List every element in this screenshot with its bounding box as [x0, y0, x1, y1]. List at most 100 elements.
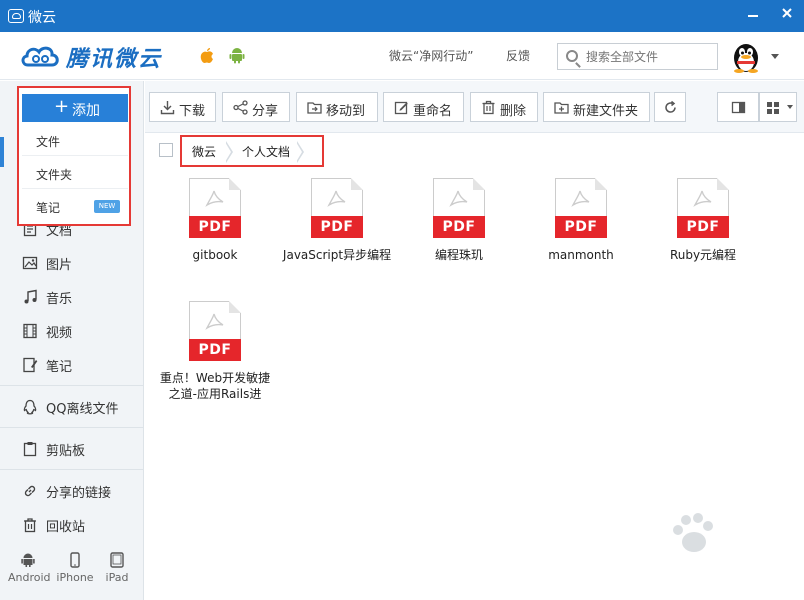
rename-button[interactable]: 重命名 — [383, 92, 464, 122]
android-icon — [21, 553, 35, 567]
button-label: 下载 — [179, 104, 206, 119]
trash-icon — [24, 518, 36, 533]
breadcrumb-separator — [225, 141, 233, 163]
ipad-icon — [110, 552, 124, 568]
file-item[interactable]: PDF JavaScript异步编程 — [276, 178, 398, 263]
weiyun-logo-icon — [21, 46, 59, 67]
title-bar: 微云 — [0, 0, 804, 32]
file-name: 重点！Web开发敏捷之道-应用Rails进 — [159, 371, 271, 401]
add-file-item[interactable]: 文件 — [22, 124, 128, 156]
sidebar-item-label: 视频 — [46, 326, 73, 341]
window-title: 微云 — [28, 10, 56, 26]
sidebar-item-notes[interactable]: 笔记 — [0, 349, 144, 381]
sidebar-item-label: 音乐 — [46, 292, 73, 307]
button-label: 重命名 — [413, 104, 453, 119]
delete-button[interactable]: 删除 — [470, 92, 538, 122]
file-item[interactable]: PDF gitbook — [155, 178, 275, 263]
sidebar-item-music[interactable]: 音乐 — [0, 281, 144, 313]
file-item[interactable]: PDF Ruby元编程 — [643, 178, 763, 263]
feedback-link[interactable]: 反馈 — [506, 47, 530, 64]
file-type-label: PDF — [433, 216, 485, 238]
select-all-checkbox[interactable] — [159, 143, 173, 157]
breadcrumb-highlight: 微云 个人文档 — [180, 135, 324, 167]
sidebar-item-videos[interactable]: 视频 — [0, 315, 144, 347]
share-button[interactable]: 分享 — [222, 92, 290, 122]
sidebar-item-label: QQ离线文件 — [46, 402, 119, 417]
pdf-file-icon: PDF — [433, 178, 485, 238]
refresh-button[interactable] — [654, 92, 686, 122]
sidebar-item-label: 剪贴板 — [46, 444, 86, 459]
download-icon — [160, 101, 175, 115]
add-dropdown: + 添加 文件 文件夹 笔记 NEW — [17, 86, 131, 226]
android-icon[interactable] — [228, 46, 246, 64]
chevron-down-icon[interactable] — [771, 54, 779, 59]
file-item[interactable]: PDF 编程珠玑 — [399, 178, 519, 263]
device-ipad[interactable]: iPad — [97, 552, 137, 584]
toolbar: 下载 分享 移动到 重命名 删除 新建文件夹 — [145, 81, 804, 133]
file-type-label: PDF — [311, 216, 363, 238]
device-android[interactable]: Android — [8, 552, 51, 584]
file-type-label: PDF — [189, 339, 241, 361]
file-name: Ruby元编程 — [669, 248, 737, 262]
app-header: 腾讯微云 微云“净网行动” 反馈 — [0, 32, 804, 80]
new-folder-button[interactable]: 新建文件夹 — [543, 92, 650, 122]
image-icon — [22, 256, 38, 270]
close-button[interactable] — [778, 6, 796, 24]
preview-pane-toggle[interactable] — [717, 92, 759, 122]
menu-item-label: 笔记 — [36, 201, 61, 215]
search-icon — [566, 50, 578, 62]
button-label: 分享 — [252, 104, 279, 119]
download-button[interactable]: 下载 — [149, 92, 216, 122]
button-label: 移动到 — [326, 104, 366, 119]
add-button[interactable]: + 添加 — [22, 94, 128, 122]
trash-icon — [482, 100, 495, 115]
minimize-icon — [748, 15, 758, 17]
breadcrumb-item-current[interactable]: 个人文档 — [234, 142, 290, 162]
sidebar-item-clipboard[interactable]: 剪贴板 — [0, 433, 144, 465]
sidebar-item-recycle-bin[interactable]: 回收站 — [0, 509, 144, 541]
close-icon — [782, 8, 792, 18]
add-note-item[interactable]: 笔记 NEW — [22, 190, 128, 222]
breadcrumb-item-root[interactable]: 微云 — [184, 142, 216, 162]
file-name: gitbook — [192, 248, 238, 262]
menu-item-label: 文件夹 — [36, 168, 73, 182]
search-input[interactable] — [586, 48, 711, 66]
file-type-label: PDF — [189, 216, 241, 238]
file-item[interactable]: PDF manmonth — [521, 178, 641, 263]
sidebar-item-images[interactable]: 图片 — [0, 247, 144, 279]
pdf-file-icon: PDF — [555, 178, 607, 238]
preview-pane-icon — [731, 101, 746, 114]
device-label: iPad — [105, 571, 129, 584]
add-button-label: 添加 — [72, 103, 100, 119]
link-icon — [24, 485, 36, 497]
view-mode-dropdown[interactable] — [759, 92, 797, 122]
button-label: 删除 — [500, 104, 527, 119]
device-iphone[interactable]: iPhone — [55, 552, 95, 584]
sidebar-item-qq-offline-files[interactable]: QQ离线文件 — [0, 391, 144, 423]
file-item[interactable]: PDF 重点！Web开发敏捷之道-应用Rails进 — [158, 301, 272, 402]
promo-link[interactable]: 微云“净网行动” — [389, 47, 473, 64]
plus-icon: + — [54, 96, 70, 117]
avatar[interactable] — [730, 41, 762, 73]
grid-view-icon — [767, 102, 779, 114]
search-box[interactable] — [557, 43, 718, 70]
apple-icon[interactable] — [198, 46, 216, 64]
divider — [0, 427, 144, 428]
move-to-button[interactable]: 移动到 — [296, 92, 378, 122]
divider — [0, 385, 144, 386]
divider — [0, 469, 144, 470]
sidebar-item-shared-links[interactable]: 分享的链接 — [0, 475, 144, 507]
minimize-button[interactable] — [744, 6, 762, 24]
add-folder-item[interactable]: 文件夹 — [22, 157, 128, 189]
menu-item-label: 文件 — [36, 135, 61, 149]
share-icon — [233, 100, 248, 115]
music-icon — [24, 289, 37, 304]
breadcrumb-separator — [296, 141, 304, 163]
video-icon — [23, 323, 37, 339]
new-folder-icon — [554, 102, 569, 114]
breadcrumb: 微云 个人文档 — [145, 133, 804, 167]
iphone-icon — [70, 552, 80, 568]
pdf-file-icon: PDF — [189, 301, 241, 361]
sidebar-item-label: 分享的链接 — [46, 486, 112, 501]
sidebar-item-label: 回收站 — [46, 520, 86, 535]
